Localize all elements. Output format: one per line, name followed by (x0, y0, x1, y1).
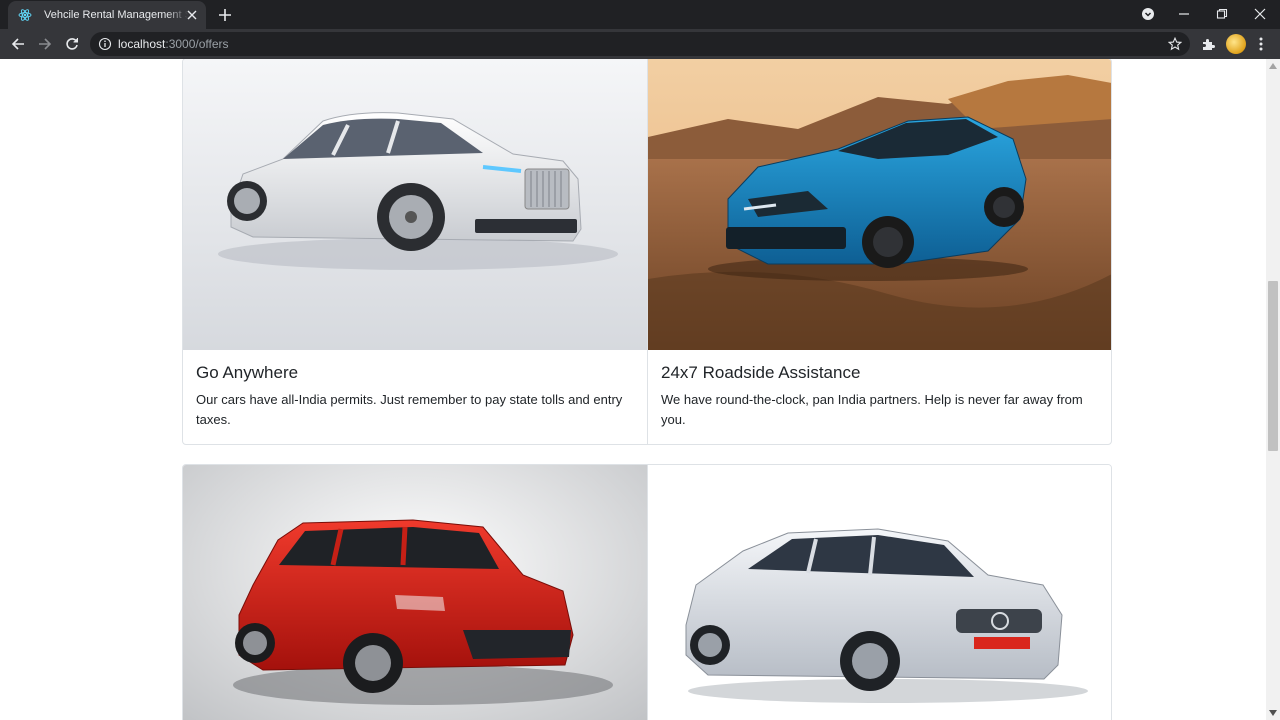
restore-icon[interactable] (1210, 4, 1234, 24)
react-icon (17, 7, 33, 23)
offer-title: 24x7 Roadside Assistance (661, 363, 861, 382)
blue-sports-car-desert-image (648, 59, 1111, 350)
url-text: localhost:3000/offers (118, 37, 229, 51)
page-scrollbar[interactable] (1266, 59, 1280, 720)
scroll-down-arrow-icon[interactable] (1266, 706, 1280, 720)
scroll-up-arrow-icon[interactable] (1266, 59, 1280, 73)
forward-icon[interactable] (34, 33, 56, 55)
back-icon[interactable] (7, 33, 29, 55)
offer-card-go-anywhere: Go Anywhere Our cars have all-India perm… (183, 59, 647, 444)
browser-toolbar: localhost:3000/offers (0, 29, 1280, 59)
offer-card-roadside-assistance: 24x7 Roadside Assistance We have round-t… (647, 59, 1111, 444)
close-tab-icon[interactable] (184, 7, 200, 23)
offer-text: We have round-the-clock, pan India partn… (661, 392, 1083, 427)
reload-icon[interactable] (61, 33, 83, 55)
new-tab-icon[interactable] (216, 6, 234, 24)
address-bar[interactable]: localhost:3000/offers (90, 32, 1190, 56)
offer-card-hatchback (183, 465, 647, 720)
close-window-icon[interactable] (1248, 4, 1272, 24)
profile-avatar[interactable] (1226, 34, 1246, 54)
offer-card-body: Go Anywhere Our cars have all-India perm… (183, 350, 647, 444)
tab-title: Vehcile Rental Management System (44, 9, 188, 21)
bookmark-star-icon[interactable] (1166, 35, 1184, 53)
page-viewport: Go Anywhere Our cars have all-India perm… (0, 59, 1266, 720)
tab-strip: Vehcile Rental Management System (0, 0, 1280, 29)
extensions-icon[interactable] (1197, 33, 1219, 55)
offer-title: Go Anywhere (196, 363, 299, 382)
scrollbar-thumb[interactable] (1268, 281, 1278, 451)
url-host: localhost (118, 37, 166, 51)
offer-card-body: 24x7 Roadside Assistance We have round-t… (648, 350, 1111, 444)
browser-tab[interactable]: Vehcile Rental Management System (8, 1, 206, 29)
offers-card-group: Go Anywhere Our cars have all-India perm… (182, 59, 1112, 445)
offer-text: Our cars have all-India permits. Just re… (196, 392, 623, 427)
minimize-icon[interactable] (1172, 4, 1196, 24)
tab-search-icon[interactable] (1136, 4, 1160, 24)
offer-card-sedan (647, 465, 1111, 720)
red-hatchback-image (183, 465, 647, 720)
menu-kebab-icon[interactable] (1250, 33, 1272, 55)
silver-sedan-image (648, 465, 1111, 720)
url-path: :3000/offers (165, 37, 229, 51)
info-icon[interactable] (98, 37, 112, 51)
white-luxury-sedan-image (183, 59, 647, 350)
offers-card-group (182, 464, 1112, 720)
